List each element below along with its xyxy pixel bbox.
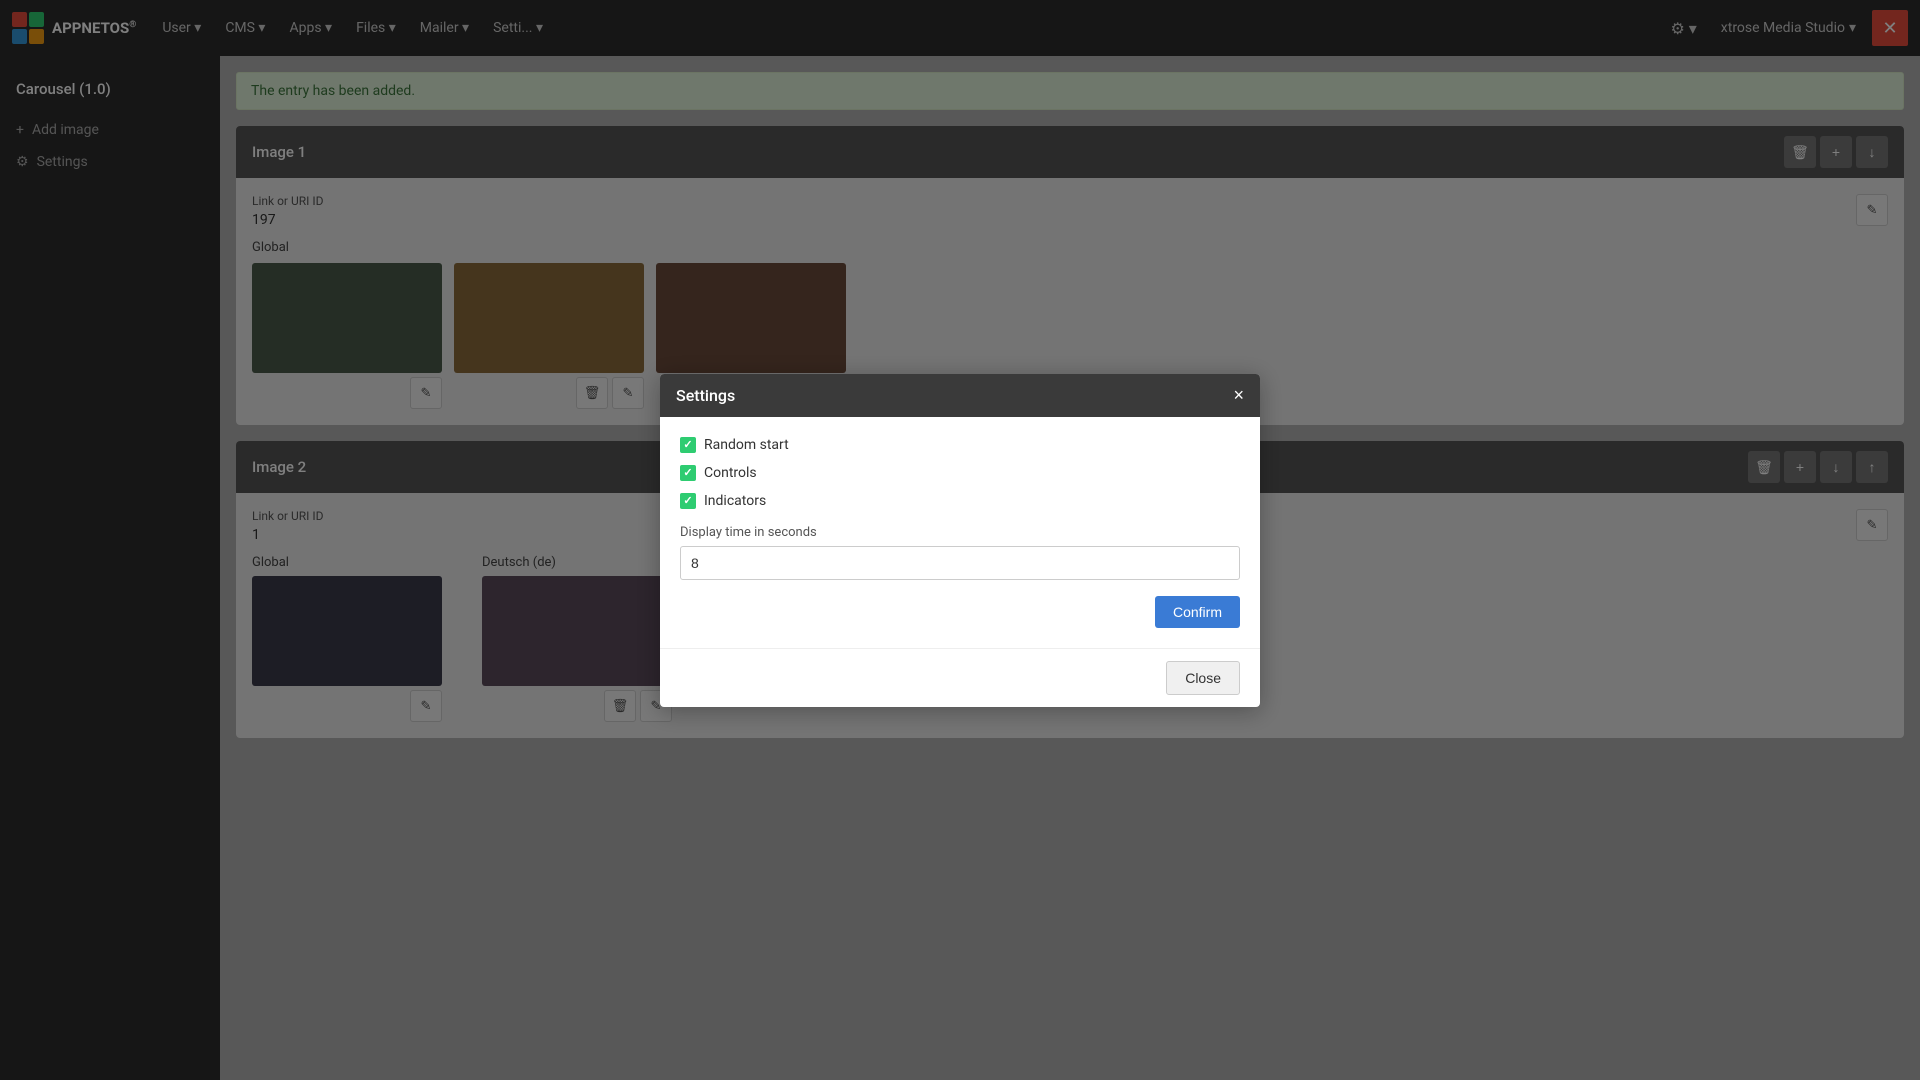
checkbox-random-start-label: Random start xyxy=(704,437,789,453)
display-time-group: Display time in seconds xyxy=(680,525,1240,580)
modal-body: Random start Controls Indicators Display… xyxy=(660,417,1260,648)
modal-overlay: Settings × Random start Controls Indicat… xyxy=(0,0,1920,1080)
modal-footer-close-button[interactable]: Close xyxy=(1166,661,1240,695)
confirm-button[interactable]: Confirm xyxy=(1155,596,1240,628)
checkbox-controls-row: Controls xyxy=(680,465,1240,481)
display-time-input[interactable] xyxy=(680,546,1240,580)
display-time-label: Display time in seconds xyxy=(680,525,1240,540)
checkbox-indicators[interactable] xyxy=(680,493,696,509)
modal-footer: Close xyxy=(660,648,1260,707)
checkbox-controls[interactable] xyxy=(680,465,696,481)
modal-confirm-row: Confirm xyxy=(680,596,1240,628)
settings-modal: Settings × Random start Controls Indicat… xyxy=(660,374,1260,707)
checkbox-indicators-row: Indicators xyxy=(680,493,1240,509)
checkbox-random-start-row: Random start xyxy=(680,437,1240,453)
modal-header: Settings × xyxy=(660,374,1260,417)
checkbox-controls-label: Controls xyxy=(704,465,757,481)
modal-title: Settings xyxy=(676,386,735,405)
modal-close-button[interactable]: × xyxy=(1233,386,1244,404)
checkbox-indicators-label: Indicators xyxy=(704,493,766,509)
checkbox-random-start[interactable] xyxy=(680,437,696,453)
